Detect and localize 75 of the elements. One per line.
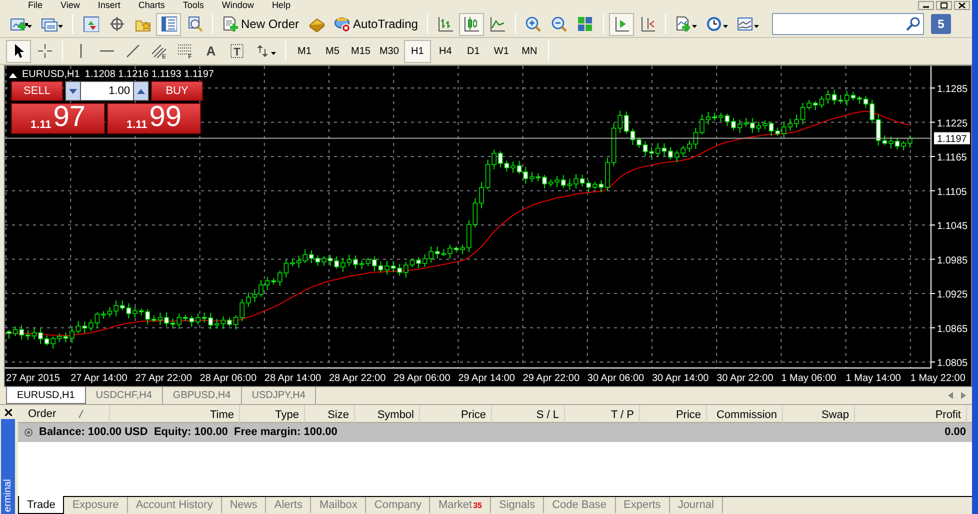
buy-button[interactable]: BUY xyxy=(151,81,203,101)
terminal-tab[interactable]: Alerts xyxy=(266,497,312,513)
timeframe-button[interactable]: D1 xyxy=(460,40,487,62)
menu-item[interactable]: Charts xyxy=(138,1,165,10)
time-axis-label: 29 Apr 06:00 xyxy=(394,373,450,384)
sell-price-button[interactable]: 1.11 97 xyxy=(11,103,105,134)
timeframe-button[interactable]: M1 xyxy=(291,40,318,62)
menu-item[interactable]: View xyxy=(60,1,80,10)
current-price-label: 1.1197 xyxy=(934,132,970,146)
chart-tab[interactable]: GBPUSD,H4 xyxy=(162,387,242,404)
time-axis-label: 1 May 14:00 xyxy=(846,373,901,384)
time-axis-label: 27 Apr 14:00 xyxy=(70,373,128,384)
text-label-icon: T xyxy=(228,43,244,59)
time-axis-label: 30 Apr 22:00 xyxy=(716,373,774,384)
menu-item[interactable]: Help xyxy=(272,1,290,10)
timeframe-button[interactable]: W1 xyxy=(488,40,515,62)
chart-tab[interactable]: USDJPY,H4 xyxy=(242,387,316,404)
timeframe-button[interactable]: M15 xyxy=(347,40,374,62)
time-axis-label: 30 Apr 06:00 xyxy=(587,373,644,384)
timeframe-button[interactable]: M30 xyxy=(375,40,403,62)
sell-button[interactable]: SELL xyxy=(11,81,63,101)
mail-badge[interactable]: 5 xyxy=(930,14,951,34)
terminal-tab[interactable]: Account History xyxy=(128,497,222,513)
price-axis-label: 1.1225 xyxy=(937,118,968,130)
market-count-label: 35 xyxy=(473,500,482,512)
time-axis-label: 27 Apr 2015 xyxy=(6,373,60,384)
chart-tab[interactable]: EURUSD,H1 xyxy=(6,387,86,404)
menu-item[interactable]: File xyxy=(28,1,43,10)
terminal-tab[interactable]: Market35 xyxy=(430,497,491,513)
panel-title: erminal xyxy=(1,419,15,514)
label-button[interactable]: T xyxy=(224,40,249,62)
price-axis-label: 1.1165 xyxy=(937,152,967,164)
price-axis-label: 1.0805 xyxy=(937,358,968,369)
timeframe-button[interactable]: H4 xyxy=(432,40,459,62)
price-axis-label: 1.1045 xyxy=(937,221,968,232)
terminal-tab[interactable]: Journal xyxy=(670,497,723,513)
terminal-tab[interactable]: Exposure xyxy=(64,497,128,513)
time-axis-label: 28 Apr 06:00 xyxy=(200,373,257,384)
ohlc-values: 1.1208 1.1216 1.1193 1.1197 xyxy=(84,68,214,82)
profit-value: 0.00 xyxy=(944,425,966,440)
balance-summary: Balance: 100.00 USD Equity: 100.00 Free margin: 100.00 xyxy=(39,425,338,440)
price-axis-label: 1.1285 xyxy=(937,84,968,95)
timeframe-button[interactable]: H1 xyxy=(404,40,431,62)
chart-tab[interactable]: USDCHF,H4 xyxy=(86,387,163,404)
terminal-tab[interactable]: Code Base xyxy=(544,497,616,513)
menu-item[interactable]: Window xyxy=(222,1,254,10)
menu-item[interactable]: Tools xyxy=(182,1,204,10)
terminal-tab[interactable]: Signals xyxy=(491,497,544,513)
time-axis-label: 1 May 06:00 xyxy=(781,373,836,384)
new-order-button[interactable]: New Order xyxy=(218,12,304,36)
text-button[interactable]: A xyxy=(198,40,223,62)
volume-field[interactable]: 1.00 xyxy=(81,81,133,101)
time-axis-label: 28 Apr 14:00 xyxy=(264,373,322,384)
time-axis-label: 29 Apr 22:00 xyxy=(522,373,580,384)
timeframe-button[interactable]: MN xyxy=(516,40,543,62)
time-axis-label: 27 Apr 22:00 xyxy=(135,373,192,384)
terminal-tab[interactable]: Experts xyxy=(616,497,670,513)
terminal-tab[interactable]: Mailbox xyxy=(311,497,366,513)
price-axis-label: 1.0925 xyxy=(937,290,968,300)
text-tool-icon: A xyxy=(202,43,218,59)
price-axis-label: 1.1105 xyxy=(937,186,967,198)
price-axis-label: 1.0865 xyxy=(937,324,968,335)
autotrading-button[interactable]: AutoTrading xyxy=(330,12,422,36)
time-axis-label: 30 Apr 14:00 xyxy=(652,373,709,384)
terminal-tab[interactable]: Company xyxy=(366,497,430,513)
chart-symbol: EURUSD,H1 xyxy=(22,68,80,82)
buy-price-button[interactable]: 1.11 99 xyxy=(107,103,201,134)
terminal-tab[interactable]: News xyxy=(222,497,266,513)
menu-item[interactable]: Insert xyxy=(98,1,120,10)
time-axis-label: 28 Apr 22:00 xyxy=(329,373,386,384)
terminal-tab[interactable]: Trade xyxy=(18,496,64,514)
price-axis-label: 1.0985 xyxy=(937,255,968,266)
timeframe-button[interactable]: M5 xyxy=(319,40,346,62)
time-axis-label: 1 May 22:00 xyxy=(910,373,966,384)
time-axis-label: 29 Apr 14:00 xyxy=(458,373,515,384)
